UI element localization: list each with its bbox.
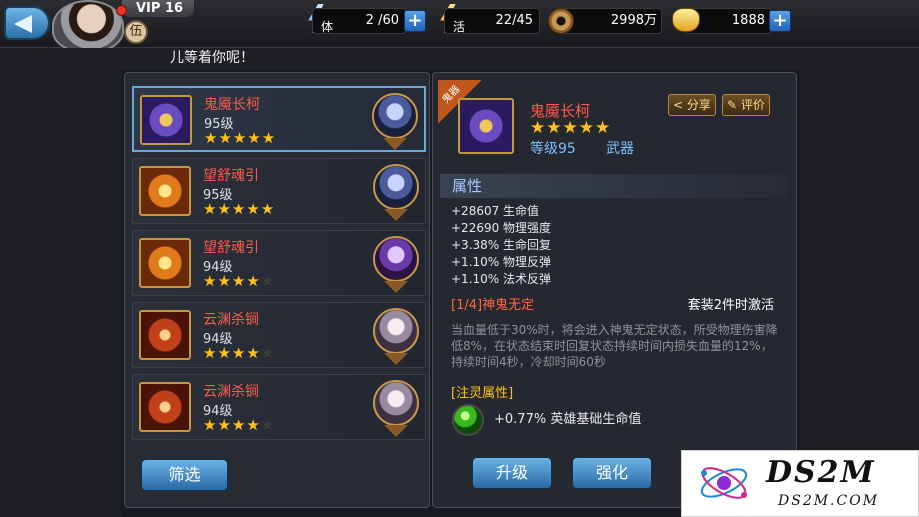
item-stars: ★★★★★ — [203, 416, 276, 434]
equipment-list-item[interactable]: 鬼魇长柯 95级 ★★★★★ — [132, 86, 426, 152]
coin-value: 2998万 — [610, 13, 657, 28]
attribute-line: +28607 生命值 — [451, 204, 540, 218]
stamina-label: 体 — [321, 20, 334, 34]
left-margin — [0, 70, 122, 517]
stamina-value: 2 /60 — [365, 13, 399, 28]
watermark: DS2M DS2M.COM — [681, 450, 919, 517]
hero-portrait-icon — [373, 236, 419, 293]
purple-axe-icon — [140, 95, 192, 145]
equipment-list-item[interactable]: 云渊杀锏 94级 ★★★★★ — [132, 302, 426, 368]
filter-button[interactable]: 筛选 — [141, 459, 228, 491]
notification-dot-icon — [116, 5, 127, 16]
add-stamina-button[interactable]: + — [404, 10, 426, 32]
item-stars: ★★★★★ — [203, 344, 276, 362]
red-mace-icon — [139, 310, 191, 360]
share-button[interactable]: < 分享 — [668, 94, 716, 116]
purple-axe-icon — [458, 98, 514, 154]
watermark-logo-icon — [700, 467, 748, 499]
review-label: 评价 — [740, 98, 765, 112]
item-stars: ★★★★★ — [203, 200, 276, 218]
attribute-line: +1.10% 法术反弹 — [451, 272, 551, 286]
share-label: 分享 — [686, 98, 711, 112]
item-stars: ★★★★★ — [204, 129, 277, 147]
item-name: 云渊杀锏 — [203, 312, 259, 328]
announcement-marquee: 儿等着你呢！ — [0, 48, 919, 70]
vigor-value: 22/45 — [495, 13, 533, 28]
vigor-label: 活 — [453, 20, 466, 34]
enhance-button[interactable]: 强化 — [572, 457, 652, 489]
spirit-attribute-title: [注灵属性] — [451, 386, 514, 401]
share-icon: < — [673, 98, 684, 112]
spirit-attribute-value: +0.77% 英雄基础生命值 — [494, 412, 642, 427]
orange-blade-icon — [139, 238, 191, 288]
detail-stars: ★★★★★ — [530, 118, 612, 138]
set-bonus-description: 当血量低于30%时，将会进入神鬼无定状态，所受物理伤害降低8%，在状态结束时回复… — [451, 323, 778, 369]
attribute-line: +22690 物理强度 — [451, 221, 552, 235]
hero-portrait-icon — [372, 93, 418, 150]
player-avatar[interactable] — [52, 0, 124, 52]
ingot-value: 1888 — [731, 13, 765, 28]
item-name: 望舒魂引 — [203, 240, 259, 256]
gold-ingot-icon — [672, 8, 700, 32]
vigor-counter: 活 22/45 — [444, 8, 540, 34]
item-stars: ★★★★★ — [203, 272, 276, 290]
watermark-title: DS2M — [766, 455, 876, 490]
hero-portrait-icon — [373, 164, 419, 221]
orange-blade-icon — [139, 166, 191, 216]
set-bonus-title: [1/4]神鬼无定 — [451, 298, 535, 313]
attribute-line: +3.38% 生命回复 — [451, 238, 551, 252]
marquee-text: 儿等着你呢！ — [170, 50, 254, 66]
edit-icon: ✎ — [727, 98, 738, 112]
rank-badge: 伍 — [124, 20, 148, 44]
green-gem-icon — [452, 404, 484, 436]
vip-badge[interactable]: VIP 16 — [122, 0, 194, 17]
coin-icon — [548, 8, 574, 34]
stamina-counter: 体 2 /60 — [312, 8, 406, 34]
upgrade-button[interactable]: 升级 — [472, 457, 552, 489]
hero-portrait-icon — [373, 380, 419, 437]
detail-type: 武器 — [606, 141, 634, 157]
equipment-list-item[interactable]: 望舒魂引 95级 ★★★★★ — [132, 158, 426, 224]
review-button[interactable]: ✎ 评价 — [722, 94, 770, 116]
red-mace-icon — [139, 382, 191, 432]
item-name: 鬼魇长柯 — [204, 97, 260, 113]
add-ingot-button[interactable]: + — [769, 10, 791, 32]
item-name: 望舒魂引 — [203, 168, 259, 184]
set-bonus-condition: 套装2件时激活 — [687, 298, 774, 313]
detail-level: 等级95 — [530, 141, 576, 157]
attributes-section-title: 属性 — [440, 174, 788, 198]
equipment-list-item[interactable]: 望舒魂引 94级 ★★★★★ — [132, 230, 426, 296]
hero-portrait-icon — [373, 308, 419, 365]
watermark-subtitle: DS2M.COM — [778, 493, 880, 509]
back-arrow-button[interactable] — [4, 6, 50, 40]
attribute-line: +1.10% 物理反弹 — [451, 255, 551, 269]
item-name: 云渊杀锏 — [203, 384, 259, 400]
equipment-list-item[interactable]: 云渊杀锏 94级 ★★★★★ — [132, 374, 426, 440]
